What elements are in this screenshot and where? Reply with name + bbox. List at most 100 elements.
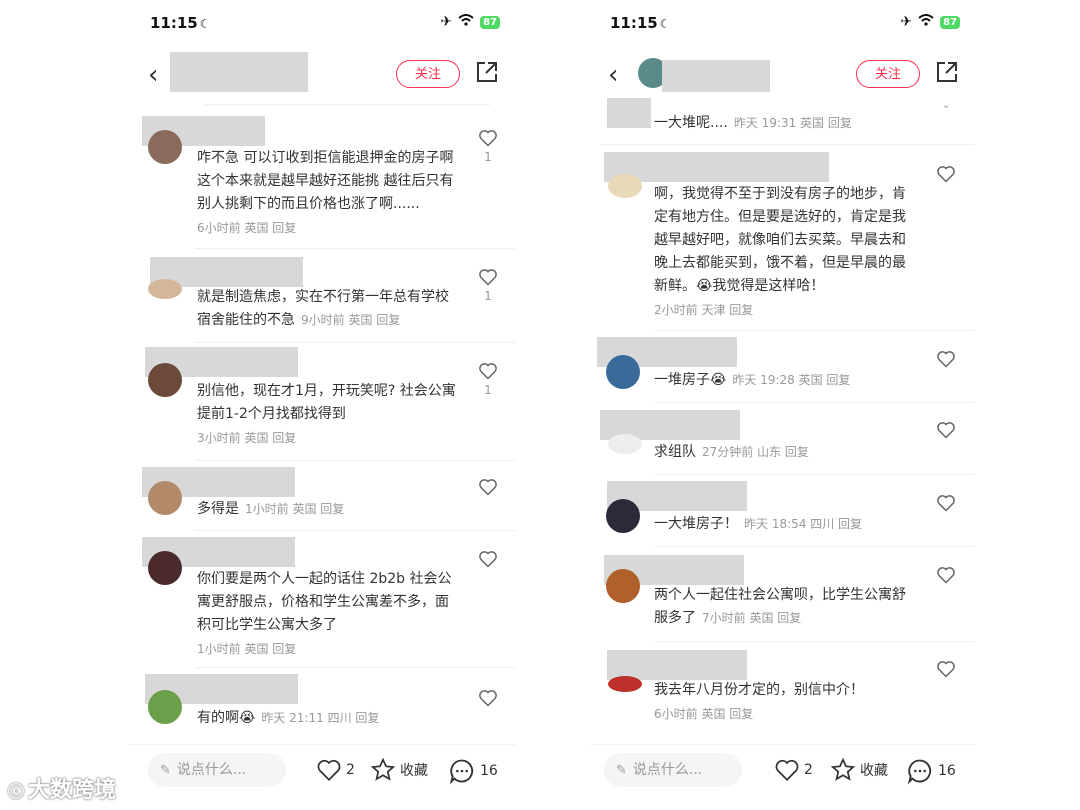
star-icon xyxy=(830,757,856,781)
heart-icon xyxy=(317,759,341,781)
comment-meta[interactable]: 27分钟前 山东 回复 xyxy=(702,445,809,459)
divider xyxy=(655,402,975,403)
comment-meta[interactable]: 3小时前 英国 回复 xyxy=(197,426,459,450)
divider xyxy=(205,104,490,105)
divider xyxy=(195,248,515,249)
divider xyxy=(195,530,515,531)
comment-meta[interactable]: 昨天 19:31 英国 回复 xyxy=(734,116,852,130)
like-heart-icon[interactable] xyxy=(936,420,956,440)
avatar[interactable] xyxy=(148,551,182,585)
pencil-icon: ✎ xyxy=(160,763,171,778)
comment-meta[interactable]: 2小时前 天津 回复 xyxy=(654,298,919,322)
airplane-icon: ✈ xyxy=(900,14,913,30)
like-heart-icon[interactable] xyxy=(478,128,498,148)
watermark: ⓒ 大数跨境 xyxy=(8,778,117,803)
share-icon[interactable] xyxy=(935,60,961,86)
avatar[interactable] xyxy=(606,499,640,533)
comment-meta[interactable]: 7小时前 英国 回复 xyxy=(702,611,801,625)
comment-text: 你们要是两个人一起的话住 2b2b 社会公寓更舒服点，价格和学生公寓差不多，面积… xyxy=(197,571,452,633)
avatar[interactable] xyxy=(148,363,182,397)
post-header: ‹ 关注 xyxy=(590,56,975,100)
avatar[interactable] xyxy=(608,676,642,692)
comment-text: 我去年八月份才定的，别信中介！ xyxy=(654,682,864,698)
bottom-action-bar: ✎ 说点什么... 2 收藏 16 xyxy=(590,744,975,797)
comment-text: 有的啊😭 xyxy=(197,710,256,726)
comment-meta[interactable]: 昨天 19:28 英国 回复 xyxy=(732,373,850,387)
like-heart-icon[interactable] xyxy=(936,565,956,585)
username-redacted xyxy=(607,98,651,128)
comment-text: 多得是 xyxy=(197,501,239,517)
collect-button[interactable]: 收藏 xyxy=(370,757,428,783)
comment-meta[interactable]: 1小时前 英国 回复 xyxy=(197,637,459,661)
comment-bubble-icon xyxy=(907,759,932,785)
post-header: ‹ 关注 xyxy=(130,52,515,100)
avatar[interactable] xyxy=(148,279,182,299)
collect-label: 收藏 xyxy=(400,763,428,779)
like-count: 1 xyxy=(484,150,492,164)
back-icon[interactable]: ‹ xyxy=(148,60,158,90)
comments-button[interactable]: 16 xyxy=(906,757,956,785)
like-heart-icon[interactable] xyxy=(478,267,498,287)
status-time: 11:15 ☾ xyxy=(610,14,671,32)
comment-meta[interactable]: 6小时前 英国 回复 xyxy=(197,216,459,240)
divider xyxy=(195,460,515,461)
pencil-icon: ✎ xyxy=(616,763,627,778)
like-button[interactable]: 2 xyxy=(316,757,355,783)
comment-bubble-icon xyxy=(449,759,474,785)
comment-meta[interactable]: 昨天 21:11 四川 回复 xyxy=(261,711,379,725)
collect-button[interactable]: 收藏 xyxy=(830,757,888,783)
like-heart-icon[interactable] xyxy=(936,164,956,184)
comment-meta[interactable]: 1小时前 英国 回复 xyxy=(245,502,344,516)
moon-icon: ☾ xyxy=(659,17,671,31)
author-name-redacted xyxy=(662,60,770,92)
like-heart-icon[interactable] xyxy=(478,549,498,569)
divider xyxy=(655,474,975,475)
avatar[interactable] xyxy=(608,434,642,454)
comment-count: 16 xyxy=(480,763,498,779)
divider xyxy=(655,641,975,642)
like-button[interactable]: 2 xyxy=(774,757,813,783)
share-icon[interactable] xyxy=(475,60,501,86)
comment-input[interactable]: ✎ 说点什么... xyxy=(604,753,742,787)
like-count: 1 xyxy=(484,289,492,303)
collect-label: 收藏 xyxy=(860,763,888,779)
divider xyxy=(600,144,975,145)
wifi-icon xyxy=(918,14,934,30)
left-phone-screen: 11:15 ☾ ✈ 87 ‹ 关注 咋不急 可以订收到拒信能退押金的房子啊 这个本… xyxy=(130,0,515,810)
comment-count: 16 xyxy=(938,763,956,779)
comment-meta[interactable]: 昨天 18:54 四川 回复 xyxy=(744,517,862,531)
status-bar: 11:15 ☾ ✈ 87 xyxy=(610,10,960,36)
avatar[interactable] xyxy=(148,690,182,724)
avatar[interactable] xyxy=(606,569,640,603)
like-heart-icon[interactable] xyxy=(936,659,956,679)
airplane-icon: ✈ xyxy=(440,14,453,30)
avatar[interactable] xyxy=(148,130,182,164)
status-time: 11:15 ☾ xyxy=(150,14,211,32)
like-heart-icon[interactable] xyxy=(478,688,498,708)
avatar[interactable] xyxy=(606,355,640,389)
comment-text: 一大堆呢.... xyxy=(654,115,728,131)
like-heart-icon[interactable] xyxy=(478,477,498,497)
comment-text: 一大堆房子！ xyxy=(654,516,738,532)
back-icon[interactable]: ‹ xyxy=(608,60,618,90)
heart-icon xyxy=(775,759,799,781)
follow-button[interactable]: 关注 xyxy=(396,60,460,88)
comment-meta[interactable]: 9小时前 英国 回复 xyxy=(301,313,400,327)
like-heart-icon[interactable] xyxy=(478,361,498,381)
comment-input-placeholder: 说点什么... xyxy=(632,762,703,778)
like-heart-icon[interactable] xyxy=(936,349,956,369)
comment-meta[interactable]: 6小时前 英国 回复 xyxy=(654,702,919,726)
avatar[interactable] xyxy=(608,174,642,198)
chevron-down-icon[interactable]: ⌄ xyxy=(942,100,950,111)
like-count: 2 xyxy=(346,762,355,778)
comment-text: 咋不急 可以订收到拒信能退押金的房子啊 这个本来就是越早越好还能挑 越往后只有别… xyxy=(197,150,454,212)
comments-button[interactable]: 16 xyxy=(448,757,498,785)
moon-icon: ☾ xyxy=(199,17,211,31)
bottom-action-bar: ✎ 说点什么... 2 收藏 16 xyxy=(130,744,515,797)
comment-input[interactable]: ✎ 说点什么... xyxy=(148,753,286,787)
comment-input-placeholder: 说点什么... xyxy=(176,762,247,778)
like-heart-icon[interactable] xyxy=(936,493,956,513)
comment-text: 啊，我觉得不至于到没有房子的地步，肯定有地方住。但是要是选好的，肯定是我越早越好… xyxy=(654,186,906,294)
follow-button[interactable]: 关注 xyxy=(856,60,920,88)
avatar[interactable] xyxy=(148,481,182,515)
